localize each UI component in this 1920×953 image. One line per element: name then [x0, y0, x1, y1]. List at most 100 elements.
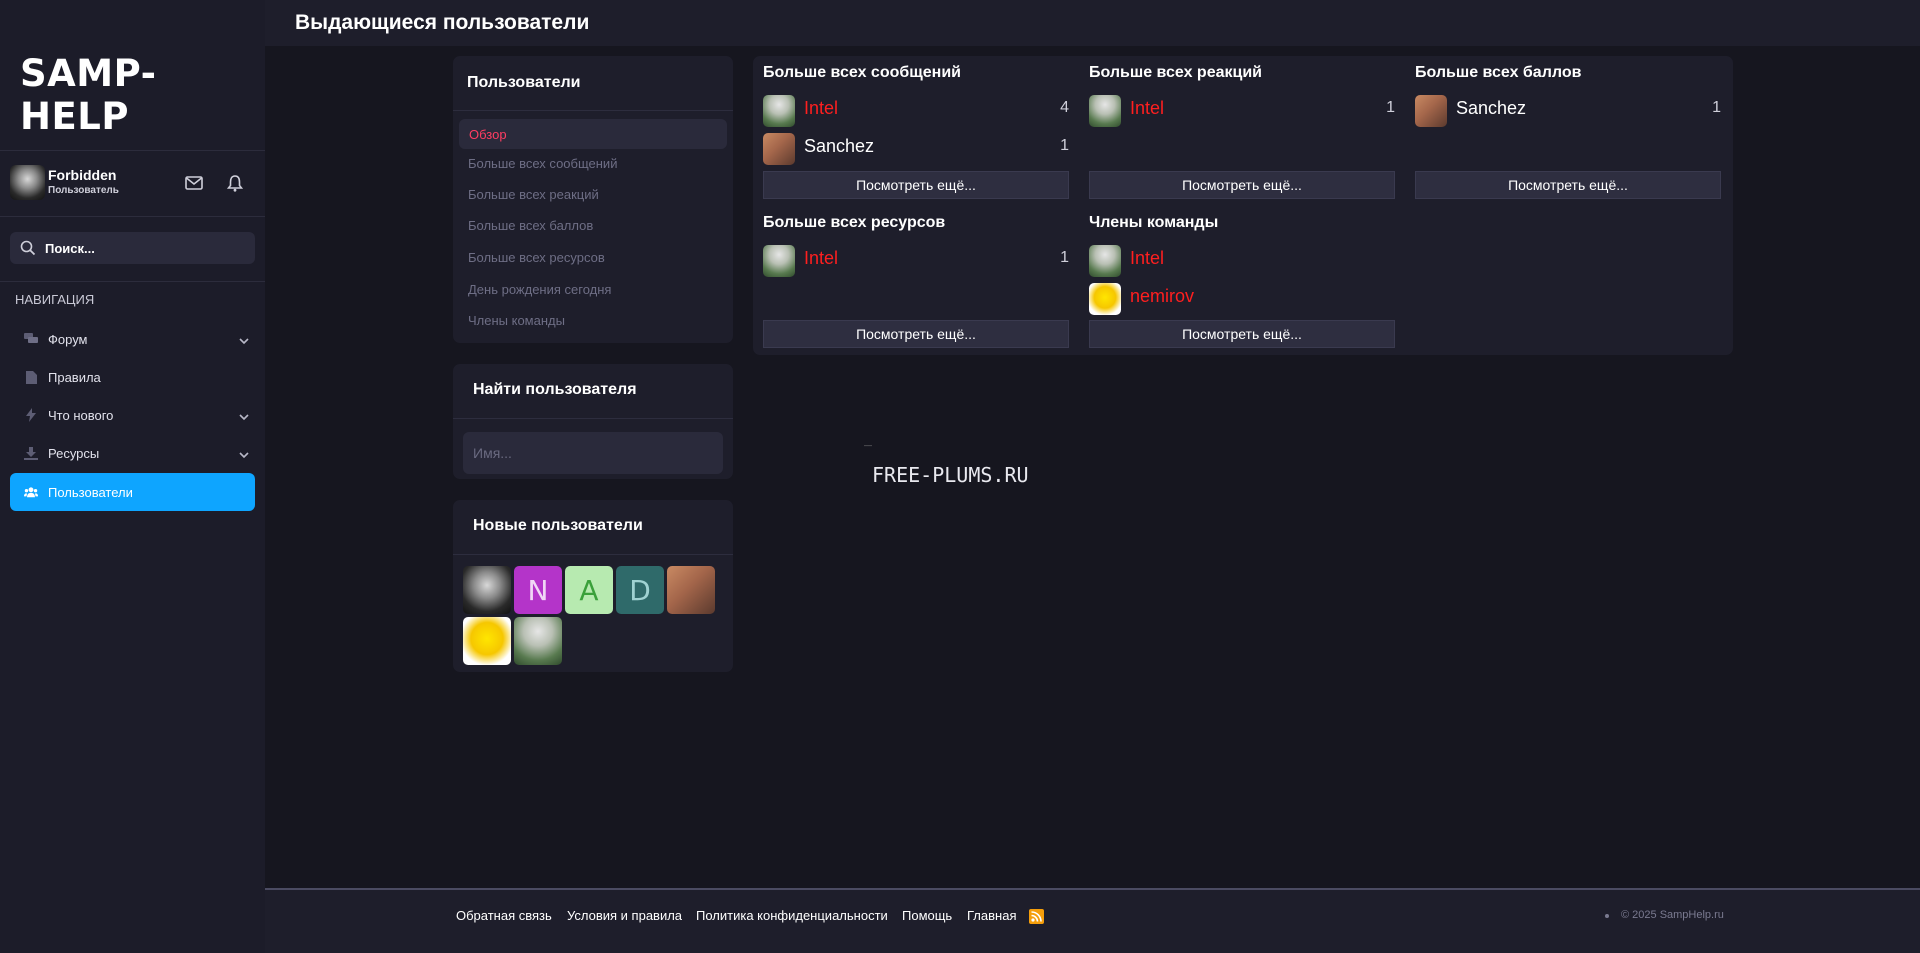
search-label: Поиск...: [45, 241, 95, 256]
nav-heading: НАВИГАЦИЯ: [15, 292, 95, 307]
view-more-button[interactable]: Посмотреть ещё...: [763, 320, 1069, 348]
member-link[interactable]: Intel: [804, 98, 838, 119]
divider: [0, 216, 265, 217]
copyright: © 2025 SampHelp.ru: [1621, 909, 1724, 921]
tab-overview[interactable]: Обзор: [459, 119, 727, 149]
chevron-down-icon[interactable]: [239, 447, 249, 462]
new-members-block: Новые пользователи N A D: [453, 500, 733, 672]
tab-most-resources[interactable]: Больше всех ресурсов: [468, 250, 605, 265]
document-icon: [24, 370, 38, 384]
nemirov-avatar[interactable]: [463, 617, 511, 665]
member-name-input[interactable]: [463, 432, 723, 474]
intel-avatar[interactable]: [763, 245, 795, 277]
envelope-icon[interactable]: [182, 171, 206, 195]
block-title: Новые пользователи: [473, 517, 643, 534]
member-count: 1: [1712, 99, 1721, 116]
intel-avatar[interactable]: [514, 617, 562, 665]
member-count: 4: [1060, 99, 1069, 116]
letter-avatar-a[interactable]: A: [565, 566, 613, 614]
divider: [453, 554, 733, 555]
tab-staff[interactable]: Члены команды: [468, 313, 565, 328]
member-link[interactable]: Intel: [804, 248, 838, 269]
members-nav-block: Пользователи Обзор Больше всех сообщений…: [453, 56, 733, 343]
bolt-icon: [24, 408, 38, 422]
section-title: Больше всех реакций: [1089, 64, 1263, 81]
sanchez-avatar[interactable]: [763, 133, 795, 165]
member-link[interactable]: Intel: [1130, 98, 1164, 119]
tab-label: Обзор: [469, 127, 507, 142]
footer-link-help[interactable]: Помощь: [902, 908, 952, 923]
member-count: 1: [1060, 137, 1069, 154]
member-link[interactable]: Sanchez: [1456, 98, 1526, 119]
sidebar-item-label: Ресурсы: [48, 446, 100, 461]
nemirov-avatar[interactable]: [1089, 283, 1121, 315]
member-link[interactable]: Intel: [1130, 248, 1164, 269]
intel-avatar[interactable]: [763, 95, 795, 127]
users-icon: [24, 485, 38, 499]
page-header: Выдающиеся пользователи: [265, 0, 1920, 46]
view-more-button[interactable]: Посмотреть ещё...: [1415, 171, 1721, 199]
user-name[interactable]: Forbidden: [48, 167, 116, 183]
divider-dot: [1605, 914, 1609, 918]
section-title: Больше всех ресурсов: [763, 214, 946, 231]
sidebar-item-label: Что нового: [48, 408, 114, 423]
sidebar-item-rules[interactable]: Правила: [10, 358, 255, 396]
sidebar-item-label: Пользователи: [48, 485, 133, 500]
intel-avatar[interactable]: [1089, 245, 1121, 277]
section-title: Члены команды: [1089, 214, 1219, 231]
find-member-block: Найти пользователя: [453, 364, 733, 479]
sidebar-search-button[interactable]: Поиск...: [10, 232, 255, 264]
sidebar: SAMP-HELP Forbidden Пользователь Поиск..…: [0, 0, 265, 953]
user-avatar[interactable]: [10, 165, 45, 200]
sidebar-item-forum[interactable]: Форум: [10, 320, 255, 358]
download-icon: [24, 446, 38, 460]
sidebar-item-whats-new[interactable]: Что нового: [10, 396, 255, 434]
page-title: Выдающиеся пользователи: [295, 11, 590, 34]
watermark-text: FREE-PLUMS.RU: [872, 463, 1029, 487]
sanchez-avatar[interactable]: [667, 566, 715, 614]
member-count: 1: [1386, 99, 1395, 116]
tab-most-points[interactable]: Больше всех баллов: [468, 218, 593, 233]
tab-most-reactions[interactable]: Больше всех реакций: [468, 187, 599, 202]
letter-avatar-n[interactable]: N: [514, 566, 562, 614]
member-link[interactable]: nemirov: [1130, 286, 1194, 307]
divider: [0, 281, 265, 282]
chevron-down-icon[interactable]: [239, 333, 249, 348]
chevron-down-icon[interactable]: [239, 409, 249, 424]
divider: [453, 110, 733, 111]
dark-portrait-avatar[interactable]: [463, 566, 511, 614]
section-title: Больше всех сообщений: [763, 64, 961, 81]
view-more-button[interactable]: Посмотреть ещё...: [1089, 171, 1395, 199]
block-title: Пользователи: [467, 74, 581, 91]
sidebar-item-users[interactable]: Пользователи: [10, 473, 255, 511]
user-title: Пользователь: [48, 185, 119, 196]
divider: [453, 418, 733, 419]
tab-birthdays[interactable]: День рождения сегодня: [468, 282, 611, 297]
footer-link-privacy[interactable]: Политика конфиденциальности: [696, 908, 888, 923]
search-icon: [20, 240, 36, 261]
sidebar-item-resources[interactable]: Ресурсы: [10, 434, 255, 472]
member-link[interactable]: Sanchez: [804, 136, 874, 157]
section-title: Больше всех баллов: [1415, 64, 1582, 81]
member-count: 1: [1060, 249, 1069, 266]
footer-link-feedback[interactable]: Обратная связь: [456, 908, 552, 923]
footer-link-terms[interactable]: Условия и правила: [567, 908, 682, 923]
tab-most-messages[interactable]: Больше всех сообщений: [468, 156, 617, 171]
tiny-mark: —: [864, 441, 872, 450]
sidebar-item-label: Правила: [48, 370, 101, 385]
site-logo[interactable]: SAMP-HELP: [20, 52, 265, 138]
block-title: Найти пользователя: [473, 381, 637, 398]
view-more-button[interactable]: Посмотреть ещё...: [1089, 320, 1395, 348]
bell-icon[interactable]: [223, 171, 247, 195]
sidebar-item-label: Форум: [48, 332, 88, 347]
intel-avatar[interactable]: [1089, 95, 1121, 127]
footer: Обратная связь Условия и правила Политик…: [265, 888, 1920, 953]
sanchez-avatar[interactable]: [1415, 95, 1447, 127]
stats-panel: Больше всех сообщений Intel 4 Sanchez 1 …: [753, 56, 1733, 355]
rss-icon[interactable]: [1029, 909, 1044, 924]
letter-avatar-d[interactable]: D: [616, 566, 664, 614]
footer-link-home[interactable]: Главная: [967, 908, 1016, 923]
view-more-button[interactable]: Посмотреть ещё...: [763, 171, 1069, 199]
divider: [0, 150, 265, 151]
comments-icon: [24, 332, 38, 346]
